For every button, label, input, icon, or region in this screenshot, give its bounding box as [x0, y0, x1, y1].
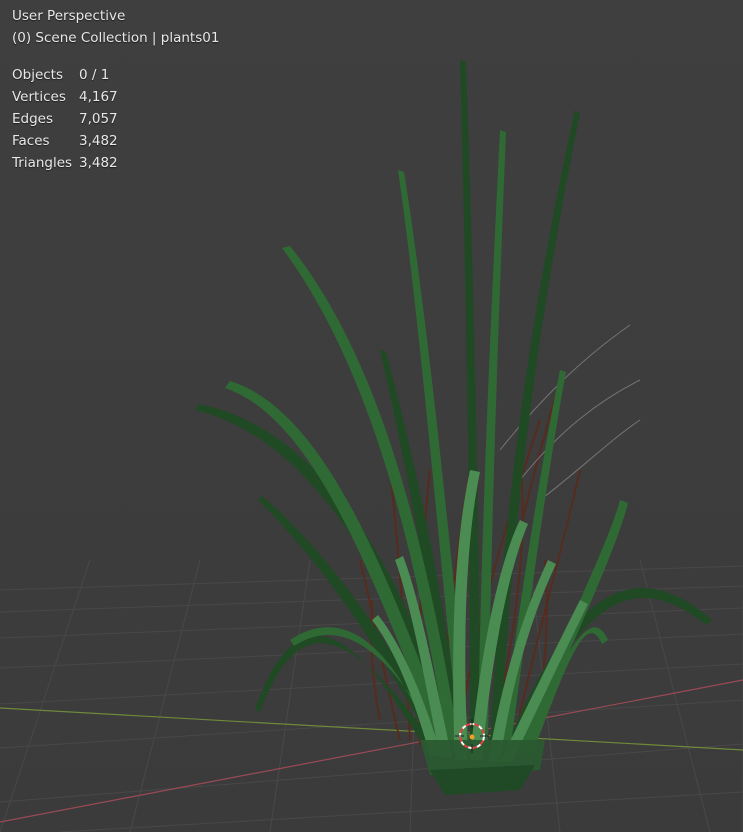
stat-label: Triangles: [12, 155, 73, 171]
object-origin: [469, 734, 475, 740]
3d-viewport[interactable]: User Perspective (0) Scene Collection | …: [0, 0, 743, 832]
stat-row-faces: Faces 3,482: [12, 130, 118, 152]
scene-statistics: Objects 0 / 1 Vertices 4,167 Edges 7,057…: [12, 64, 118, 174]
stat-value: 0 / 1: [79, 67, 110, 83]
x-axis-line: [0, 679, 743, 823]
stat-label: Faces: [12, 133, 50, 149]
stat-row-vertices: Vertices 4,167: [12, 86, 118, 108]
stat-row-objects: Objects 0 / 1: [12, 64, 118, 86]
stat-label: Objects: [12, 67, 64, 83]
stat-value: 7,057: [79, 111, 118, 127]
y-axis-line: [0, 707, 743, 751]
stat-label: Vertices: [12, 89, 66, 105]
stat-label: Edges: [12, 111, 54, 127]
view-name-label: User Perspective: [12, 8, 126, 24]
stat-row-edges: Edges 7,057: [12, 108, 118, 130]
collection-label: (0) Scene Collection | plants01: [12, 30, 220, 46]
stat-value: 4,167: [79, 89, 118, 105]
stat-value: 3,482: [79, 133, 118, 149]
grass-model: [195, 60, 712, 795]
stat-row-triangles: Triangles 3,482: [12, 152, 118, 174]
stat-value: 3,482: [79, 155, 118, 171]
